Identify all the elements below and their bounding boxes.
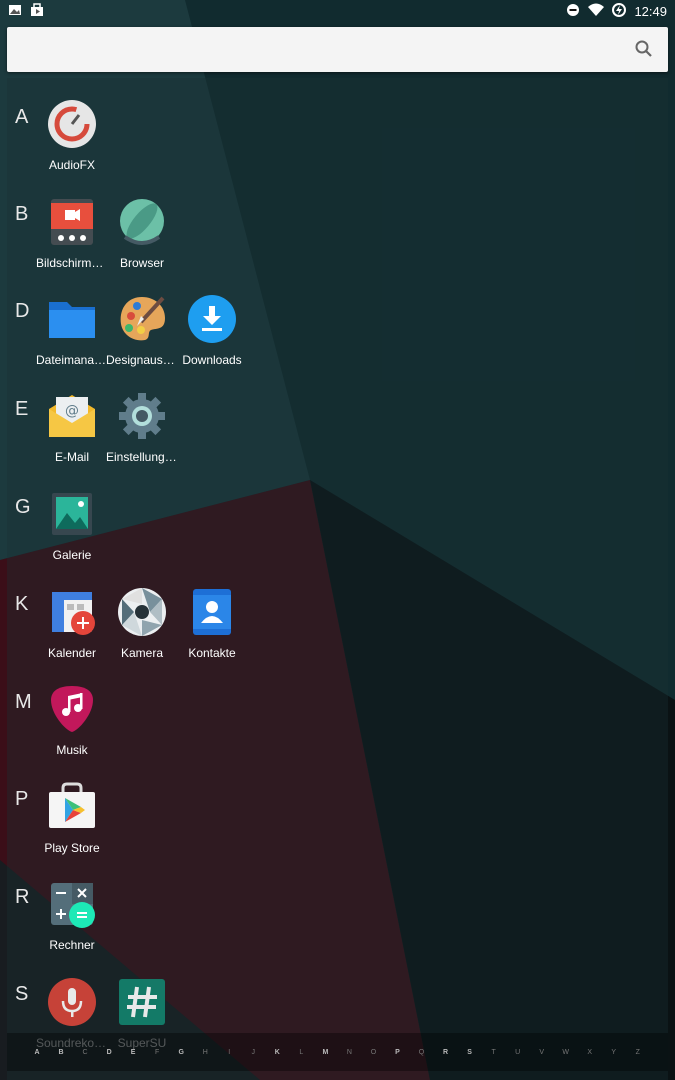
index-letter-p[interactable]: P bbox=[391, 1049, 403, 1056]
app-musik[interactable]: Musik bbox=[36, 684, 108, 757]
svg-text:@: @ bbox=[65, 403, 79, 419]
palette-icon bbox=[120, 296, 165, 341]
app-einstellungen[interactable]: Einstellungen bbox=[106, 391, 178, 464]
app-designauswahl[interactable]: Designauswa… bbox=[106, 294, 178, 367]
index-letter-t[interactable]: T bbox=[488, 1049, 500, 1056]
camera-shutter-icon bbox=[118, 588, 166, 636]
section-letter-m: M bbox=[15, 691, 32, 713]
battery-charging-icon bbox=[612, 2, 627, 20]
calendar-icon bbox=[52, 592, 95, 635]
app-label: Musik bbox=[56, 743, 88, 757]
section-letter-d: D bbox=[15, 300, 30, 322]
app-label: Rechner bbox=[49, 938, 95, 952]
app-label: Play Store bbox=[44, 841, 100, 855]
index-letter-a[interactable]: A bbox=[31, 1049, 43, 1056]
app-dateimanager[interactable]: Dateimanager bbox=[36, 294, 108, 367]
app-label: Designauswa… bbox=[106, 353, 178, 367]
folder-icon bbox=[49, 302, 95, 338]
index-letter-s[interactable]: S bbox=[464, 1049, 476, 1056]
section-letter-s: S bbox=[15, 983, 29, 1005]
download-icon bbox=[188, 295, 236, 343]
search-bar[interactable] bbox=[7, 27, 668, 72]
index-letter-e[interactable]: E bbox=[127, 1049, 139, 1056]
app-label: Browser bbox=[119, 256, 164, 270]
index-letter-z[interactable]: Z bbox=[632, 1049, 644, 1056]
play-store-icon bbox=[49, 782, 95, 828]
app-label: AudioFX bbox=[48, 158, 96, 172]
section-letter-r: R bbox=[15, 886, 30, 908]
app-audiofx[interactable]: AudioFX bbox=[36, 99, 108, 172]
settings-gear-icon bbox=[119, 393, 165, 439]
index-letter-m[interactable]: M bbox=[319, 1049, 331, 1056]
index-letter-q[interactable]: Q bbox=[416, 1049, 428, 1056]
index-letter-y[interactable]: Y bbox=[608, 1049, 620, 1056]
index-letter-v[interactable]: V bbox=[536, 1049, 548, 1056]
music-guitar-pick-icon bbox=[51, 686, 93, 732]
index-letter-x[interactable]: X bbox=[584, 1049, 596, 1056]
calculator-icon bbox=[51, 883, 95, 928]
app-browser[interactable]: Browser bbox=[106, 197, 178, 270]
index-letter-c[interactable]: C bbox=[79, 1049, 91, 1056]
app-label: Bildschirmau… bbox=[36, 256, 108, 270]
index-letter-w[interactable]: W bbox=[560, 1049, 572, 1056]
app-bildschirmaufnahme[interactable]: Bildschirmau… bbox=[36, 197, 108, 270]
app-label: E-Mail bbox=[54, 450, 89, 464]
browser-icon bbox=[120, 199, 164, 245]
app-kamera[interactable]: Kamera bbox=[106, 587, 178, 660]
section-letter-a: A bbox=[15, 106, 29, 128]
index-letter-b[interactable]: B bbox=[55, 1049, 67, 1056]
index-letter-u[interactable]: U bbox=[512, 1049, 524, 1056]
app-label: Kamera bbox=[120, 646, 164, 660]
shop-notification-icon bbox=[30, 2, 44, 20]
search-input[interactable] bbox=[7, 27, 607, 72]
section-letter-k: K bbox=[15, 593, 29, 615]
email-icon: @ bbox=[49, 395, 95, 437]
wifi-icon bbox=[588, 3, 605, 20]
screen-recorder-icon bbox=[51, 199, 93, 245]
index-letter-l[interactable]: L bbox=[295, 1049, 307, 1056]
alphabet-index-bar[interactable]: A B C D E F G H I J K L M N O P Q R S T U V W X Y Z bbox=[7, 1033, 668, 1071]
audiofx-icon bbox=[48, 100, 96, 148]
gallery-icon bbox=[52, 493, 92, 535]
section-letter-p: P bbox=[15, 788, 29, 810]
index-letter-f[interactable]: F bbox=[151, 1049, 163, 1056]
search-icon[interactable] bbox=[634, 39, 654, 64]
app-rechner[interactable]: Rechner bbox=[36, 879, 108, 952]
index-letter-k[interactable]: K bbox=[271, 1049, 283, 1056]
section-letter-g: G bbox=[15, 496, 31, 518]
index-letter-n[interactable]: N bbox=[343, 1049, 355, 1056]
section-letter-e: E bbox=[15, 398, 29, 420]
app-label: Downloads bbox=[182, 353, 242, 367]
do-not-disturb-icon bbox=[566, 3, 580, 20]
status-bar: 12:49 bbox=[0, 0, 675, 22]
index-letter-j[interactable]: J bbox=[247, 1049, 259, 1056]
app-label: Galerie bbox=[52, 548, 92, 562]
app-label: Kalender bbox=[47, 646, 97, 660]
clock: 12:49 bbox=[634, 3, 667, 19]
app-label: Einstellungen bbox=[106, 450, 178, 464]
contacts-icon bbox=[193, 589, 231, 635]
section-letter-b: B bbox=[15, 203, 29, 225]
app-email[interactable]: @ E-Mail bbox=[36, 391, 108, 464]
microphone-icon bbox=[48, 978, 96, 1026]
index-letter-r[interactable]: R bbox=[440, 1049, 452, 1056]
index-letter-g[interactable]: G bbox=[175, 1049, 187, 1056]
index-letter-h[interactable]: H bbox=[199, 1049, 211, 1056]
app-label: Kontakte bbox=[188, 646, 236, 660]
app-galerie[interactable]: Galerie bbox=[36, 489, 108, 562]
app-label: Dateimanager bbox=[36, 353, 108, 367]
index-letter-i[interactable]: I bbox=[223, 1049, 235, 1056]
index-letter-o[interactable]: O bbox=[367, 1049, 379, 1056]
image-notification-icon bbox=[8, 3, 22, 20]
supersu-hash-icon bbox=[119, 979, 165, 1025]
app-kontakte[interactable]: Kontakte bbox=[176, 587, 248, 660]
index-letter-d[interactable]: D bbox=[103, 1049, 115, 1056]
app-downloads[interactable]: Downloads bbox=[176, 294, 248, 367]
app-kalender[interactable]: Kalender bbox=[36, 587, 108, 660]
app-play-store[interactable]: Play Store bbox=[36, 782, 108, 855]
